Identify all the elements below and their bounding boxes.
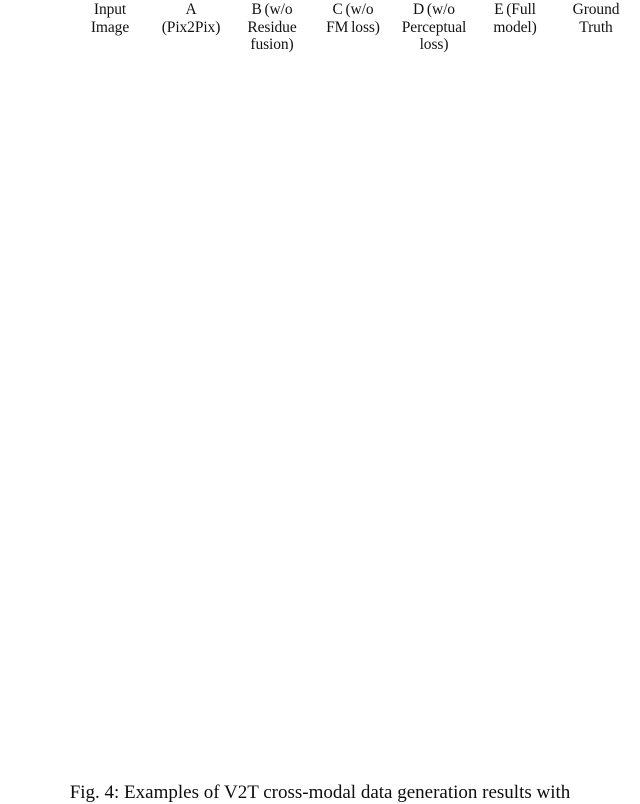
column-header-line: A [185, 1, 197, 18]
column-header-c: C (w/o FM loss) [314, 0, 392, 36]
column-header-line: (Pix2Pix) [161, 18, 221, 36]
column-header-b: B (w/o Residue fusion) [233, 0, 311, 54]
column-header-line: D (w/o [413, 1, 455, 18]
column-header-d: D (w/o Perceptual loss) [395, 0, 473, 54]
results-grid [0, 60, 640, 776]
column-header-line: Ground [572, 1, 620, 18]
column-header-line: Residue [247, 18, 297, 36]
column-header-row: Input Image A (Pix2Pix) B (w/o Residue fusio… [0, 0, 640, 58]
column-header-line: model) [493, 18, 537, 36]
column-header-line: Perceptual [401, 18, 467, 36]
column-header-a: A (Pix2Pix) [152, 0, 230, 36]
column-header-line: Image [90, 18, 130, 36]
column-header-line: loss) [419, 36, 449, 53]
column-header-line: fusion) [250, 36, 294, 53]
column-header-line: B (w/o [251, 1, 293, 18]
column-header-input: Input Image [71, 0, 149, 36]
figure-root: Input Image A (Pix2Pix) B (w/o Residue fusio… [0, 0, 640, 804]
column-header-e: E (Full model) [476, 0, 554, 36]
column-header-line: Truth [579, 18, 613, 36]
column-header-line: Input [93, 1, 127, 18]
figure-caption: Fig. 4: Examples of V2T cross-modal data… [69, 782, 571, 803]
column-header-line: C (w/o [332, 1, 374, 18]
column-header-line: E (Full [494, 1, 536, 18]
column-header-line: FM loss) [326, 18, 380, 36]
column-header-gt: Ground Truth [557, 0, 635, 36]
